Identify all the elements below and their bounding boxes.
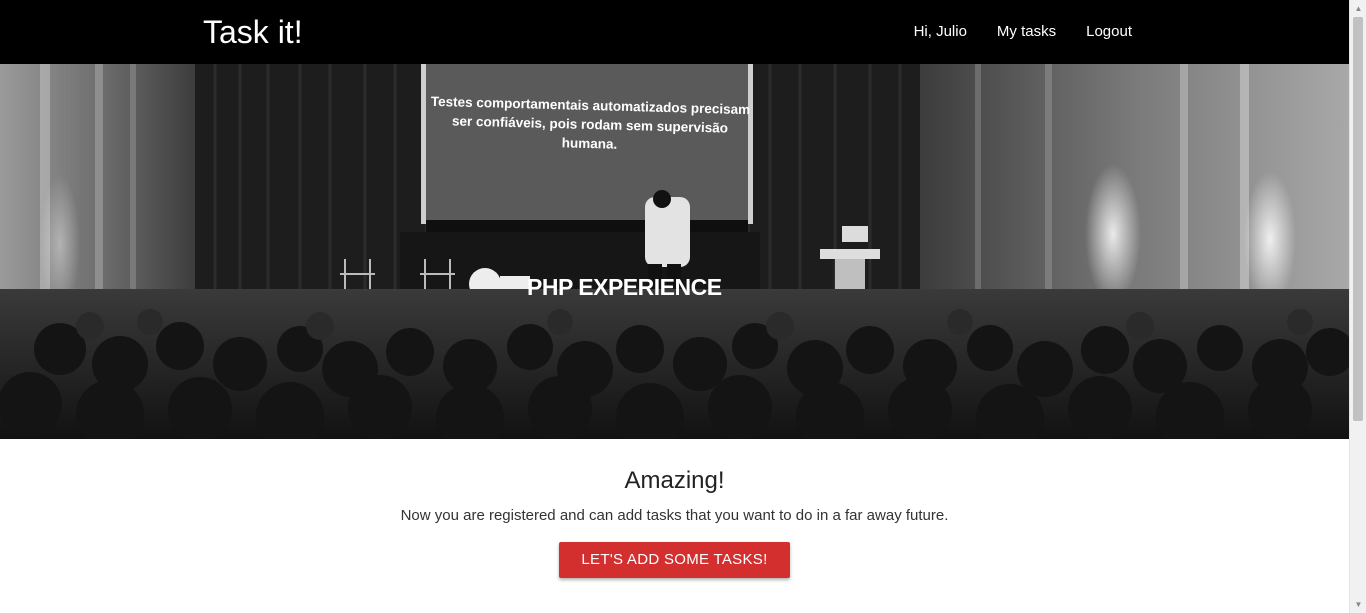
scrollbar-thumb[interactable] (1353, 17, 1363, 421)
slide-text: Testes comportamentais automatizados pre… (430, 93, 751, 152)
add-tasks-button[interactable]: LET'S ADD SOME TASKS! (559, 542, 790, 578)
page: Task it! Hi, Julio My tasks Logout Teste… (0, 0, 1349, 613)
sponsor-banner-text: PHP EXPERIENCE (527, 274, 722, 300)
vertical-scrollbar[interactable]: ▲ ▼ (1349, 0, 1366, 613)
navbar: Task it! Hi, Julio My tasks Logout (0, 0, 1349, 64)
nav-link-logout[interactable]: Logout (1086, 0, 1132, 64)
page-headline: Amazing! (624, 467, 725, 494)
nav-link-my-tasks[interactable]: My tasks (997, 0, 1056, 64)
page-subtext: Now you are registered and can add tasks… (400, 507, 949, 524)
main-content: Amazing! Now you are registered and can … (0, 439, 1349, 578)
brand-logo[interactable]: Task it! (203, 12, 303, 52)
nav-links: Hi, Julio My tasks Logout (884, 0, 1132, 64)
hero-image: Testes comportamentais automatizados pre… (0, 64, 1349, 439)
nav-link-greeting[interactable]: Hi, Julio (914, 0, 967, 64)
scroll-down-arrow-icon[interactable]: ▼ (1350, 596, 1366, 613)
scroll-up-arrow-icon[interactable]: ▲ (1350, 0, 1366, 17)
